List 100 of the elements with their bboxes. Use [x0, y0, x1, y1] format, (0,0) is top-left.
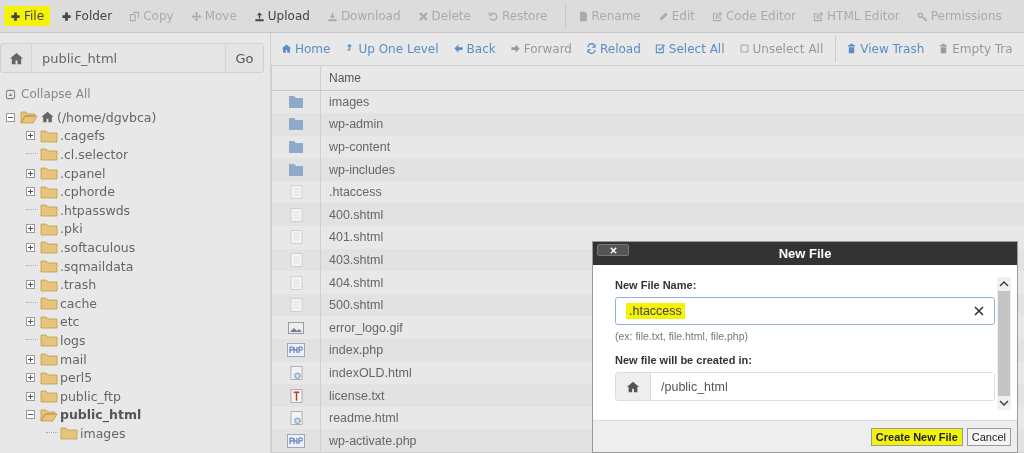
open-folder-icon	[20, 110, 38, 125]
file-name[interactable]: error_logo.gif	[321, 320, 403, 335]
tree-item[interactable]: perl5	[60, 370, 93, 386]
tree-item[interactable]: (/home/dgvbca)	[57, 109, 157, 125]
edit-icon	[813, 10, 825, 22]
tree-item[interactable]: .softaculous	[60, 239, 136, 255]
folder-icon	[40, 221, 58, 236]
upload-icon	[253, 10, 265, 22]
move-arrows-icon	[190, 10, 202, 22]
folder-icon	[40, 147, 58, 162]
nav-button[interactable]: Home	[275, 39, 337, 58]
tree-item[interactable]: logs	[60, 332, 86, 348]
folder-icon	[40, 128, 58, 143]
clear-icon[interactable]	[974, 306, 984, 316]
tree-toggle-icon[interactable]	[26, 317, 38, 327]
tree-item[interactable]: public_ftp	[60, 388, 121, 404]
cross-icon	[417, 10, 429, 22]
nav-button[interactable]: Reload	[580, 39, 647, 58]
nav-button[interactable]: View Trash	[840, 39, 931, 58]
column-header[interactable]: Name	[321, 70, 361, 85]
file-name[interactable]: indexOLD.html	[321, 365, 412, 380]
tree-item[interactable]: .trash	[60, 277, 97, 293]
file-name[interactable]: wp-activate.php	[321, 433, 417, 448]
document-icon	[289, 206, 303, 223]
collapse-all-link[interactable]: Collapse All	[5, 87, 91, 101]
nav-button[interactable]: Select All	[648, 39, 731, 58]
tree-item[interactable]: .sqmaildata	[60, 258, 134, 274]
collapse-icon	[5, 88, 16, 100]
folder-icon	[40, 203, 58, 218]
file-name[interactable]: .htaccess	[321, 185, 382, 200]
tree-item[interactable]: .cpanel	[60, 165, 106, 181]
tree-item[interactable]: .cl.selector	[60, 147, 129, 162]
folder-icon	[40, 370, 58, 385]
tree-item[interactable]: .cagefs	[60, 128, 106, 144]
folder-icon	[40, 259, 58, 274]
document-icon	[577, 10, 589, 22]
file-name[interactable]: 500.shtml	[321, 298, 384, 313]
tree-toggle-icon[interactable]	[26, 354, 38, 364]
tree-toggle-icon[interactable]	[26, 373, 38, 383]
dialog-title: New File	[778, 246, 832, 261]
tree-item[interactable]: mail	[60, 351, 87, 367]
file-name-field[interactable]: .htaccess	[615, 297, 995, 325]
edit-icon	[712, 10, 723, 22]
toolbar-button[interactable]: Folder	[55, 6, 119, 26]
file-name[interactable]: wp-admin	[321, 117, 384, 132]
tree-item[interactable]: .cphorde	[60, 184, 115, 200]
file-name[interactable]: 401.shtml	[321, 230, 384, 245]
tree-toggle-icon[interactable]	[26, 187, 38, 197]
toolbar-button[interactable]: Upload	[247, 6, 316, 26]
file-name[interactable]: license.txt	[321, 388, 385, 403]
tree-toggle-icon[interactable]	[6, 112, 18, 122]
web-file-icon	[289, 410, 303, 427]
file-name[interactable]: index.php	[321, 343, 384, 358]
tree-item[interactable]: public_html	[60, 407, 142, 423]
file-name[interactable]: readme.html	[321, 411, 399, 426]
tree-item[interactable]: etc	[60, 314, 80, 330]
tree-toggle-icon[interactable]	[26, 242, 38, 252]
tree-item[interactable]: cache	[60, 295, 98, 311]
chevron-up-icon[interactable]	[999, 281, 1009, 287]
tree-toggle-icon[interactable]	[26, 168, 38, 178]
file-name[interactable]: wp-content	[321, 140, 391, 154]
image-file-icon	[288, 320, 304, 335]
empty-box-icon	[738, 43, 750, 55]
go-button[interactable]: Go	[225, 44, 263, 72]
tree-toggle-icon[interactable]	[26, 410, 38, 420]
folder-icon	[288, 140, 304, 154]
left-arrow-icon	[452, 43, 464, 55]
nav-button[interactable]: Up One Level	[338, 39, 445, 58]
folder-icon	[40, 184, 58, 199]
trash-icon	[938, 43, 950, 55]
file-name[interactable]: 400.shtml	[321, 207, 384, 222]
download-icon	[326, 10, 338, 22]
file-name[interactable]: images	[321, 94, 370, 109]
tree-item[interactable]: images	[80, 425, 126, 441]
folder-icon	[288, 162, 304, 177]
file-name[interactable]: 403.shtml	[321, 252, 384, 267]
tree-item[interactable]: .pki	[60, 221, 83, 237]
dialog-button[interactable]: Cancel	[966, 427, 1011, 446]
home-icon	[281, 43, 292, 55]
tree-toggle-icon[interactable]	[26, 224, 38, 234]
toolbar-button[interactable]: File	[4, 6, 51, 26]
chevron-down-icon[interactable]	[999, 400, 1009, 406]
tree-item[interactable]: .htpasswds	[60, 202, 131, 218]
close-button[interactable]	[597, 244, 629, 256]
nav-button[interactable]: Back	[446, 39, 502, 58]
plus-icon	[10, 10, 21, 22]
tree-toggle-icon[interactable]	[26, 391, 38, 401]
key-icon	[916, 10, 928, 22]
folder-icon	[288, 94, 304, 109]
file-name[interactable]: 404.shtml	[321, 275, 384, 290]
php-file-icon	[287, 343, 305, 358]
scrollbar[interactable]	[997, 277, 1011, 410]
pencil-icon	[657, 10, 669, 22]
folder-icon	[40, 240, 58, 255]
tree-toggle-icon[interactable]	[26, 131, 38, 141]
dialog-button[interactable]: Create New File	[870, 427, 963, 446]
file-name[interactable]: wp-includes	[321, 162, 395, 177]
folder-icon	[40, 277, 58, 292]
folder-icon	[40, 296, 58, 311]
tree-toggle-icon[interactable]	[26, 280, 38, 290]
